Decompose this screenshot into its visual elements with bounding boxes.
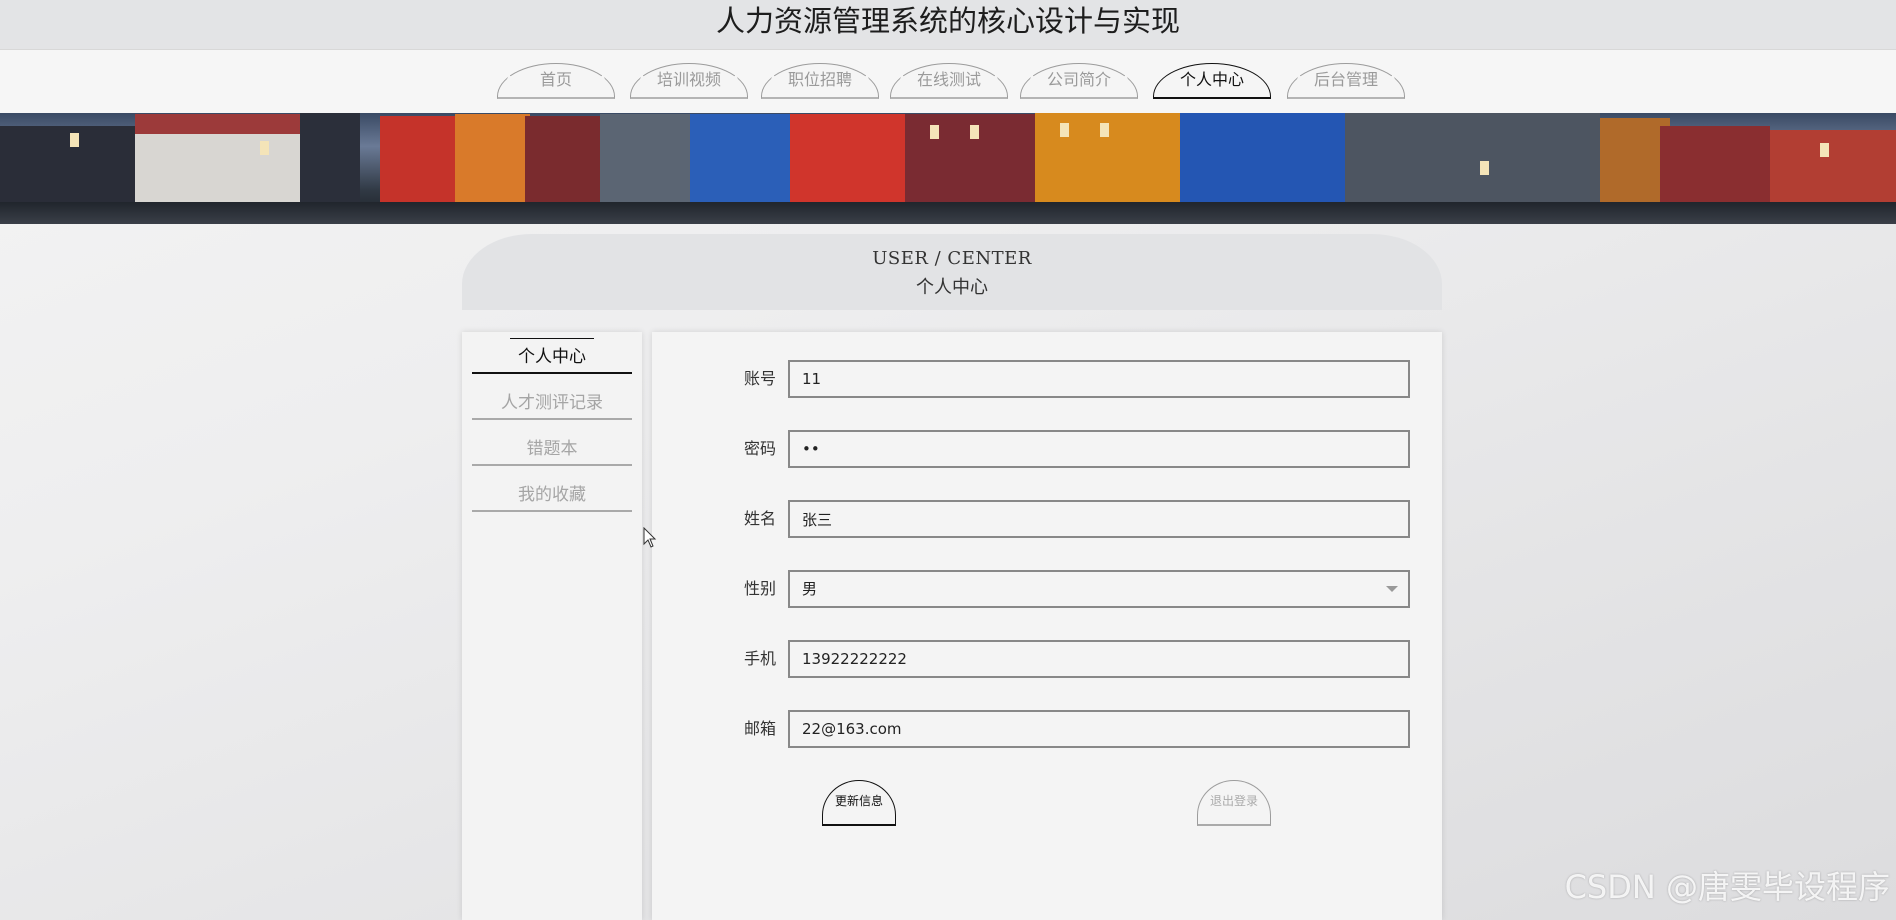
- profile-form: 账号 密码 姓名 性别 男 手机 邮箱 更新信息 退出登录: [652, 332, 1442, 920]
- update-info-button[interactable]: 更新信息: [822, 780, 896, 826]
- nav-item-company-intro[interactable]: 公司简介: [1020, 63, 1138, 99]
- sidebar-item-my-favorites[interactable]: 我的收藏: [472, 478, 632, 512]
- sidebar-item-talent-assessment[interactable]: 人才测评记录: [472, 386, 632, 420]
- sidebar: 个人中心 人才测评记录 错题本 我的收藏: [462, 332, 642, 920]
- sidebar-item-wrong-questions[interactable]: 错题本: [472, 432, 632, 466]
- email-label: 邮箱: [744, 719, 777, 738]
- site-title: 人力资源管理系统的核心设计与实现: [715, 4, 1180, 38]
- nav-item-online-test[interactable]: 在线测试: [890, 63, 1008, 99]
- password-label: 密码: [744, 439, 777, 458]
- nav-item-training-videos[interactable]: 培训视频: [630, 63, 748, 99]
- nav-item-job-recruitment[interactable]: 职位招聘: [761, 63, 879, 99]
- section-title-en: USER / CENTER: [872, 248, 1032, 269]
- account-input[interactable]: [788, 360, 1410, 398]
- nav-item-admin[interactable]: 后台管理: [1287, 63, 1405, 99]
- phone-label: 手机: [744, 649, 777, 668]
- logout-button[interactable]: 退出登录: [1197, 780, 1271, 826]
- account-label: 账号: [744, 369, 777, 388]
- watermark: CSDN @唐雯毕设程序: [1564, 868, 1890, 906]
- email-input[interactable]: [788, 710, 1410, 748]
- nav-item-home[interactable]: 首页: [497, 63, 615, 99]
- gender-select[interactable]: 男: [788, 570, 1410, 608]
- chevron-down-icon: [1386, 586, 1398, 592]
- banner-image: [0, 113, 1896, 224]
- phone-input[interactable]: [788, 640, 1410, 678]
- name-input[interactable]: [788, 500, 1410, 538]
- mouse-pointer-icon: [643, 527, 657, 548]
- site-header: 人力资源管理系统的核心设计与实现: [0, 0, 1896, 50]
- section-header: USER / CENTER 个人中心: [462, 234, 1442, 310]
- name-label: 姓名: [744, 509, 777, 528]
- section-title-cn: 个人中心: [916, 277, 988, 298]
- top-nav: 首页 培训视频 职位招聘 在线测试 公司简介 个人中心 后台管理: [0, 50, 1896, 114]
- sidebar-item-user-center[interactable]: 个人中心: [472, 338, 632, 374]
- nav-item-user-center[interactable]: 个人中心: [1153, 63, 1271, 99]
- gender-label: 性别: [744, 579, 777, 598]
- gender-selected-value: 男: [802, 580, 818, 598]
- password-input[interactable]: [788, 430, 1410, 468]
